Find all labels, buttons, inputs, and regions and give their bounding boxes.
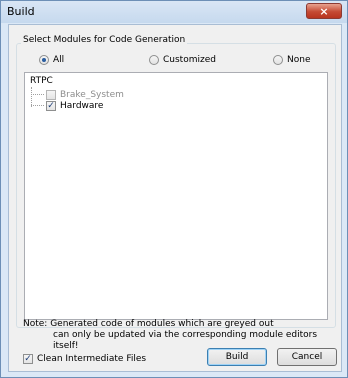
radio-none-label: None xyxy=(287,55,311,65)
radio-customized[interactable]: Customized xyxy=(149,55,216,65)
note-line-1: Note: Generated code of modules which ar… xyxy=(23,319,274,329)
tree-connector xyxy=(31,105,44,107)
radio-all-label: All xyxy=(53,55,65,65)
brake-system-checkbox[interactable] xyxy=(46,90,56,100)
close-button[interactable]: × xyxy=(306,3,342,19)
clean-intermediate-files-label: Clean Intermediate Files xyxy=(37,354,147,364)
clean-intermediate-files-checkbox[interactable]: ✓ xyxy=(23,354,33,364)
brake-system-label: Brake_System xyxy=(60,90,124,100)
hardware-label: Hardware xyxy=(60,101,104,111)
build-button[interactable]: Build xyxy=(207,348,267,366)
tree-connector xyxy=(31,94,44,96)
build-dialog: Build × Select Modules for Code Generati… xyxy=(0,0,348,378)
window-title: Build xyxy=(7,5,35,18)
radio-customized-label: Customized xyxy=(163,55,216,65)
tree-root-rtpc[interactable]: RTPC xyxy=(30,76,53,86)
group-legend: Select Modules for Code Generation xyxy=(21,35,188,45)
dialog-client-area: Select Modules for Code Generation All C… xyxy=(8,24,342,372)
tree-item-hardware[interactable]: ✓ Hardware xyxy=(31,101,103,111)
radio-all-indicator[interactable] xyxy=(39,55,49,65)
close-icon: × xyxy=(319,5,329,18)
radio-customized-indicator[interactable] xyxy=(149,55,159,65)
cancel-button[interactable]: Cancel xyxy=(277,348,337,366)
radio-none-indicator[interactable] xyxy=(273,55,283,65)
module-tree[interactable]: RTPC Brake_System ✓ Hardware xyxy=(24,72,328,320)
clean-intermediate-files-option[interactable]: ✓ Clean Intermediate Files xyxy=(23,354,146,364)
title-bar[interactable]: Build × xyxy=(1,1,347,23)
radio-all[interactable]: All xyxy=(39,55,64,65)
tree-item-brake-system[interactable]: Brake_System xyxy=(31,90,124,100)
radio-none[interactable]: None xyxy=(273,55,310,65)
hardware-checkbox[interactable]: ✓ xyxy=(46,101,56,111)
